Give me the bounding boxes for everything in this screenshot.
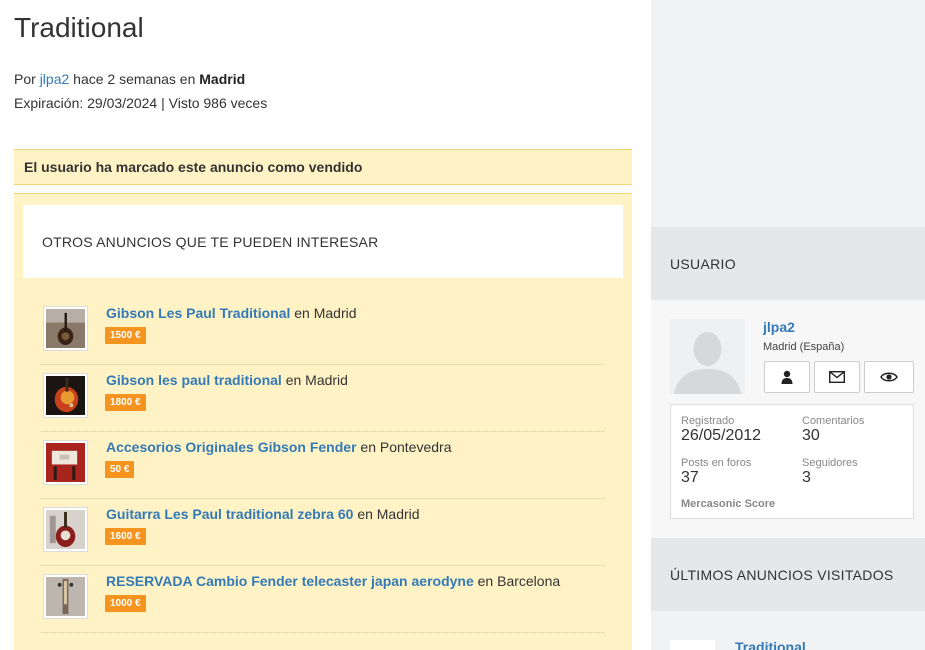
score-label: Mercasonic Score (681, 498, 776, 510)
user-section-heading: USUARIO (651, 227, 925, 300)
follow-button[interactable] (864, 361, 914, 393)
posts-value: 37 (681, 469, 699, 486)
ad-title-link[interactable]: RESERVADA Cambio Fender telecaster japan… (106, 573, 474, 589)
list-item[interactable]: RESERVADA Cambio Fender telecaster japan… (41, 566, 604, 633)
user-name-link[interactable]: jlpa2 (763, 319, 795, 335)
default-avatar-icon (670, 319, 745, 394)
user-stats: Registrado 26/05/2012 Comentarios 30 Pos… (670, 404, 914, 519)
ad-text: Accesorios Originales Gibson Fender en P… (106, 439, 452, 455)
posts-label: Posts en foros (681, 457, 752, 469)
ad-text: Guitarra Les Paul traditional zebra 60 e… (106, 506, 420, 522)
ad-thumbnail[interactable] (43, 574, 88, 619)
registered-label: Registrado (681, 415, 735, 427)
guitar-image-icon (46, 510, 85, 549)
ad-location: en Madrid (294, 305, 357, 321)
price-badge: 1600 € (105, 528, 146, 545)
accessories-image-icon (46, 443, 85, 482)
ad-thumbnail[interactable] (43, 440, 88, 485)
ad-text: Gibson Les Paul Traditional en Madrid (106, 305, 357, 321)
user-location: Madrid (España) (763, 341, 845, 353)
city: Madrid (199, 71, 246, 87)
time-text: hace 2 semanas en (73, 71, 196, 87)
registered-value: 26/05/2012 (681, 427, 762, 444)
list-item[interactable]: Accesorios Originales Gibson Fender en P… (41, 432, 604, 499)
related-ads-list: Gibson Les Paul Traditional en Madrid 15… (41, 298, 604, 633)
main-content: Traditional Por jlpa2 hace 2 semanas en … (0, 0, 651, 650)
ad-text: Gibson les paul traditional en Madrid (106, 372, 348, 388)
ad-title-link[interactable]: Guitarra Les Paul traditional zebra 60 (106, 506, 353, 522)
price-badge: 1800 € (105, 394, 146, 411)
ad-location: en Pontevedra (360, 439, 452, 455)
eye-icon (880, 372, 898, 382)
list-item[interactable]: Gibson les paul traditional en Madrid 18… (41, 365, 604, 432)
ad-location: en Madrid (285, 372, 348, 388)
comments-label: Comentarios (802, 415, 865, 427)
ad-thumbnail[interactable] (43, 507, 88, 552)
recent-ads-heading: ÚLTIMOS ANUNCIOS VISITADOS (651, 538, 925, 611)
price-badge: 50 € (105, 461, 135, 478)
comments-value: 30 (802, 427, 820, 444)
author-link[interactable]: jlpa2 (40, 71, 70, 87)
user-card: jlpa2 Madrid (España) Registrado 26/05/2… (651, 300, 925, 538)
message-button[interactable] (814, 361, 860, 393)
avatar[interactable] (670, 319, 745, 394)
ad-thumbnail[interactable] (43, 373, 88, 418)
related-ads-heading: OTROS ANUNCIOS QUE TE PUEDEN INTERESAR (23, 205, 623, 278)
guitar-image-icon (46, 309, 85, 348)
followers-value: 3 (802, 469, 811, 486)
followers-label: Seguidores (802, 457, 858, 469)
guitar-image-icon (46, 376, 85, 415)
guitar-image-icon (46, 577, 85, 616)
ad-thumbnail[interactable] (43, 306, 88, 351)
by-prefix: Por (14, 71, 36, 87)
ad-text: RESERVADA Cambio Fender telecaster japan… (106, 573, 560, 589)
recent-ad-thumbnail[interactable] (670, 640, 715, 650)
recent-ad-link[interactable]: Traditional (735, 639, 806, 650)
page-title: Traditional (14, 12, 144, 43)
ad-title-link[interactable]: Gibson Les Paul Traditional (106, 305, 290, 321)
ad-location: en Barcelona (477, 573, 561, 589)
sold-notice: El usuario ha marcado este anuncio como … (14, 149, 632, 185)
ad-title-link[interactable]: Gibson les paul traditional (106, 372, 282, 388)
ad-location: en Madrid (357, 506, 420, 522)
sidebar: USUARIO jlpa2 Madrid (España) Registrado… (651, 0, 925, 650)
price-badge: 1500 € (105, 327, 146, 344)
price-badge: 1000 € (105, 595, 146, 612)
user-icon (781, 370, 793, 384)
listing-expiry-views: Expiración: 29/03/2024 | Visto 986 veces (14, 95, 268, 111)
ad-title-link[interactable]: Accesorios Originales Gibson Fender (106, 439, 357, 455)
listing-meta-author: Por jlpa2 hace 2 semanas en Madrid (14, 71, 245, 87)
envelope-icon (829, 371, 845, 383)
list-item[interactable]: Guitarra Les Paul traditional zebra 60 e… (41, 499, 604, 566)
profile-button[interactable] (764, 361, 810, 393)
list-item[interactable]: Gibson Les Paul Traditional en Madrid 15… (41, 298, 604, 365)
related-ads-panel: OTROS ANUNCIOS QUE TE PUEDEN INTERESAR G… (14, 193, 632, 650)
